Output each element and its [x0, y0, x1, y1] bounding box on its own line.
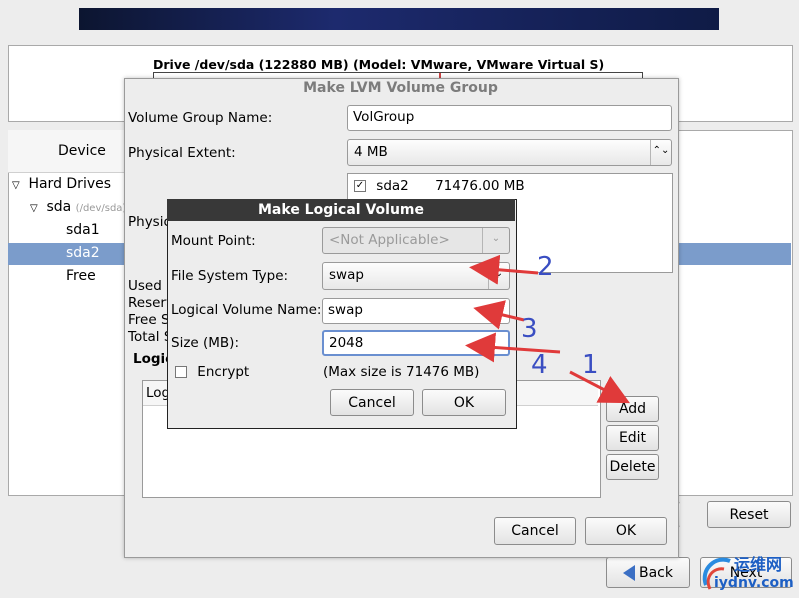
site-watermark-logo: 运维网 iydnv.com — [698, 549, 794, 597]
annotation-number-4: 4 — [531, 350, 548, 380]
arrow-to-fs-type — [469, 254, 539, 285]
annotation-number-2: 2 — [537, 252, 554, 282]
arrow-to-lv-name — [473, 300, 525, 330]
annotation-arrows — [465, 254, 630, 404]
annotation-number-3: 3 — [521, 314, 538, 344]
annotation-number-1: 1 — [582, 350, 599, 380]
